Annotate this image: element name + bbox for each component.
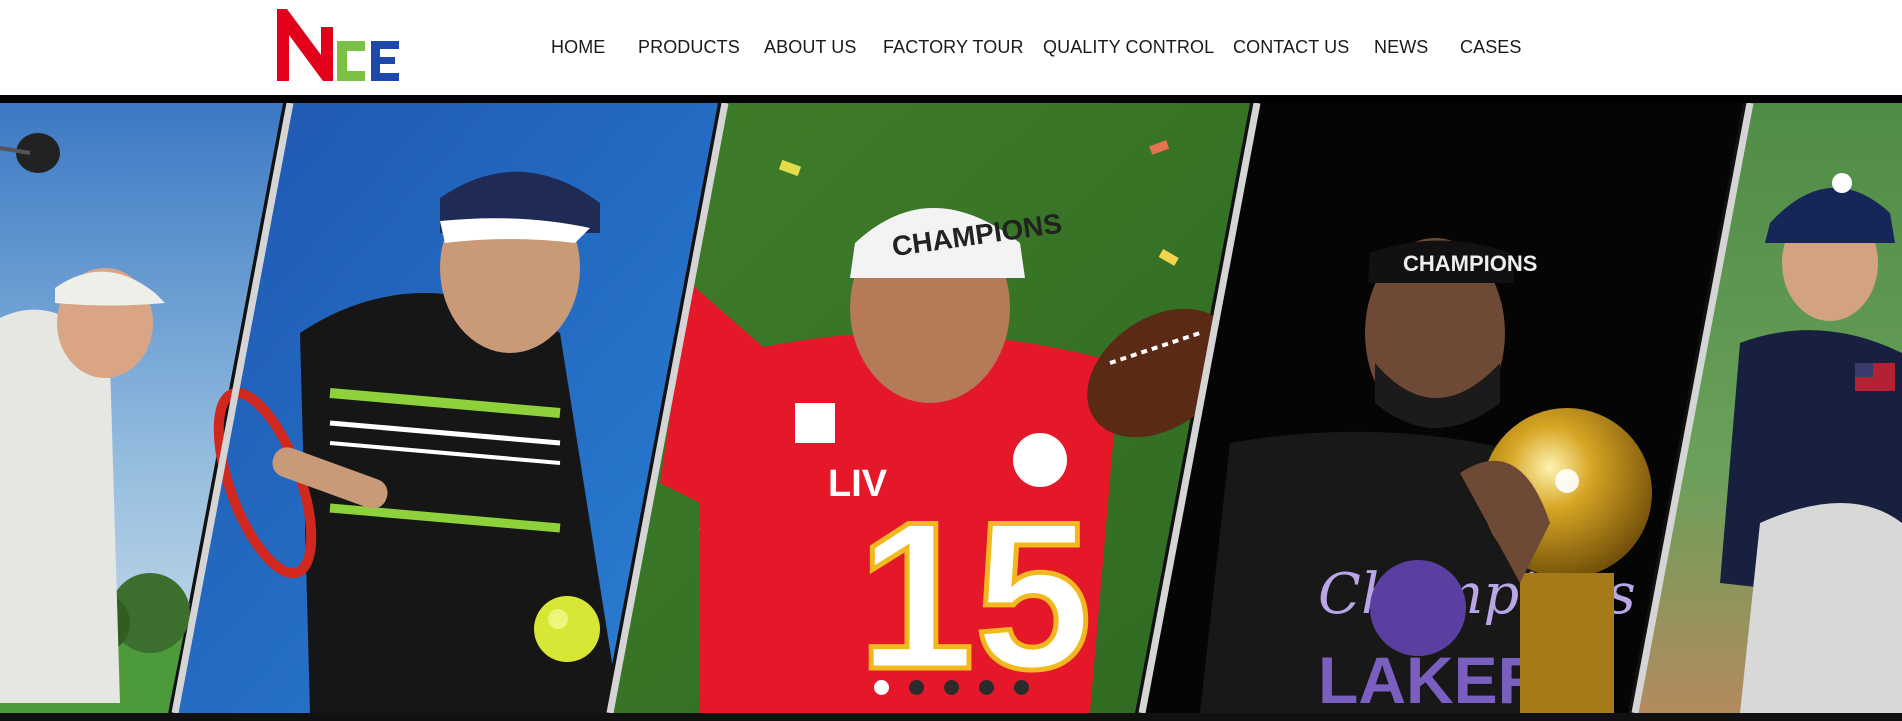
nav-item-home[interactable]: HOME [551, 37, 605, 58]
jersey-number: 15 [858, 478, 1092, 713]
logo-letter-c [337, 41, 365, 81]
nav-item-cases[interactable]: CASES [1460, 37, 1522, 58]
nav-item-about-us[interactable]: ABOUT US [764, 37, 857, 58]
hero-collage: 15 LIV CHAMPIONS Champions LAKERS CHAMPI… [0, 103, 1902, 713]
carousel-dot-3[interactable] [944, 680, 959, 695]
nav-item-quality-control[interactable]: QUALITY CONTROL [1043, 37, 1214, 58]
carousel-dot-5[interactable] [1014, 680, 1029, 695]
super-bowl-patch: LIV [828, 463, 888, 505]
logo-letter-e [371, 41, 399, 81]
champions-cap-text-2: CHAMPIONS [1403, 251, 1537, 276]
carousel-pagination [0, 680, 1902, 696]
nav-item-products[interactable]: PRODUCTS [638, 37, 740, 58]
hero-banner[interactable]: 15 LIV CHAMPIONS Champions LAKERS CHAMPI… [0, 103, 1902, 713]
hero-bottom-border [0, 713, 1902, 721]
nav-item-factory-tour[interactable]: FACTORY TOUR [883, 37, 1024, 58]
carousel-dot-2[interactable] [909, 680, 924, 695]
nav-item-contact-us[interactable]: CONTACT US [1233, 37, 1349, 58]
nce-logo[interactable] [277, 9, 402, 83]
logo-letter-n [277, 9, 333, 81]
hero-top-border [0, 95, 1902, 103]
carousel-dot-4[interactable] [979, 680, 994, 695]
carousel-dot-1[interactable] [874, 680, 889, 695]
nav-item-news[interactable]: NEWS [1374, 37, 1428, 58]
site-header: HOME PRODUCTS ABOUT US FACTORY TOUR QUAL… [0, 0, 1902, 95]
